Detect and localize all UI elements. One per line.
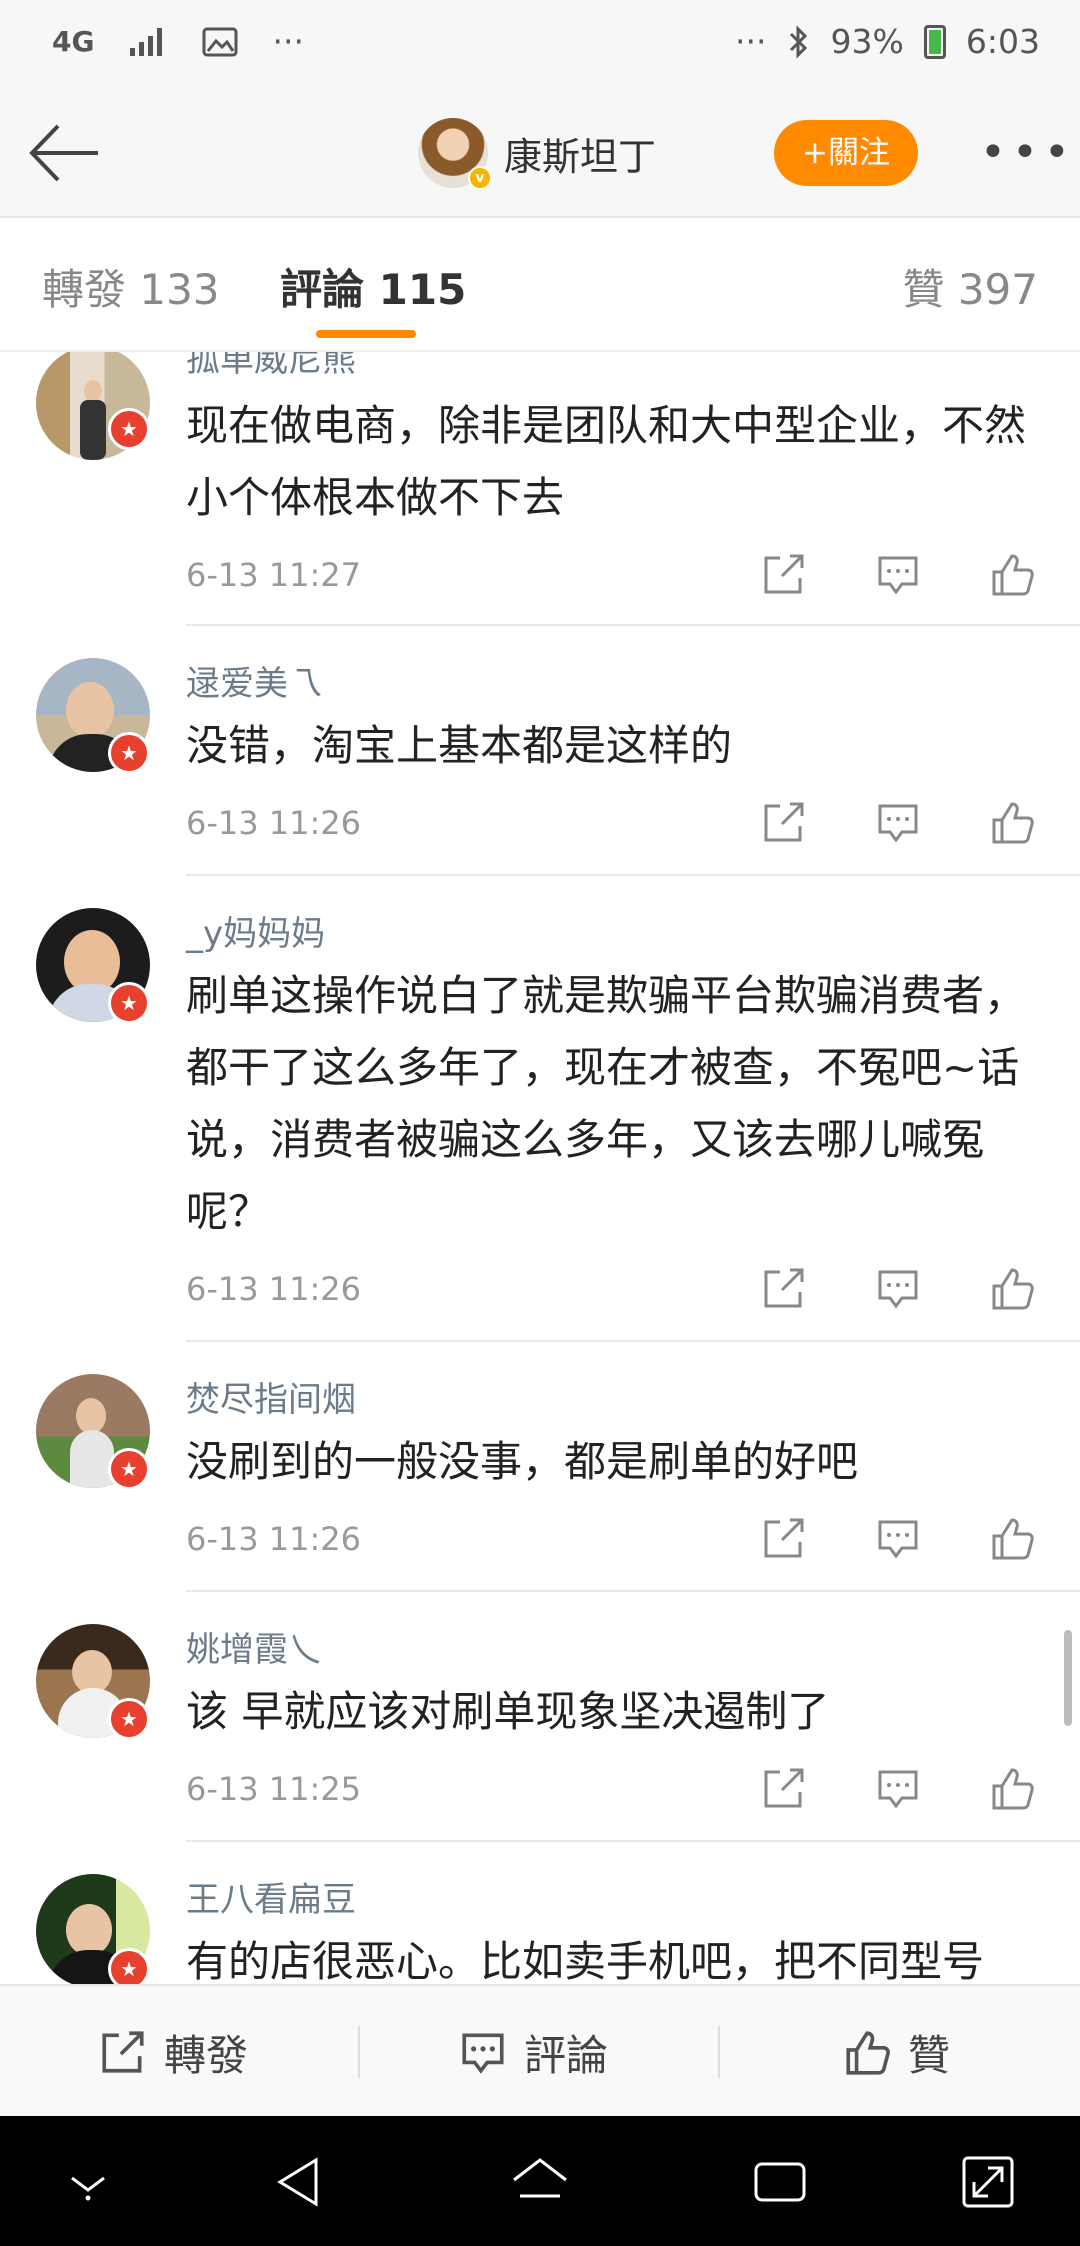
home-icon[interactable]: [510, 2152, 570, 2212]
repost-button[interactable]: 轉發: [98, 1986, 248, 2118]
share-icon[interactable]: [760, 1264, 808, 1312]
battery-icon: [923, 24, 946, 59]
image-icon: [202, 27, 238, 56]
more-menu-icon[interactable]: •••: [980, 131, 1076, 175]
system-nav-bar: [0, 2116, 1080, 2246]
comment-list[interactable]: 孤单威尼熊 现在做电商，除非是团队和大中型企业，不然小个体根本做不下去 6-13…: [0, 352, 1080, 1984]
share-icon[interactable]: [760, 1514, 808, 1562]
reply-icon[interactable]: [874, 1264, 922, 1312]
comment-button[interactable]: 評論: [458, 1986, 608, 2118]
comment-actions: [760, 550, 1036, 598]
comment-label: 評論: [524, 2030, 609, 2080]
user-badge-icon: [108, 982, 150, 1024]
verified-icon: v: [468, 166, 492, 190]
comment-time: 6-13 11:26: [186, 804, 362, 842]
comment-text: 有的店很恶心。比如卖手机吧，把不同型号: [186, 1937, 985, 1984]
user-badge-icon: [108, 1698, 150, 1740]
clock: 6:03: [965, 22, 1040, 61]
expand-icon[interactable]: [958, 2152, 1018, 2212]
like-icon[interactable]: [988, 798, 1036, 846]
bottom-separator: [718, 2026, 720, 2078]
reply-icon[interactable]: [874, 1764, 922, 1812]
tab-comments[interactable]: 評論 115: [280, 256, 466, 317]
header-user[interactable]: v 康斯坦丁: [418, 118, 656, 190]
comment-username[interactable]: 孤单威尼熊: [186, 352, 356, 381]
follow-button[interactable]: +關注: [774, 120, 918, 186]
user-badge-icon: [108, 732, 150, 774]
share-icon[interactable]: [760, 1764, 808, 1812]
comment-username[interactable]: 逯爱美乁: [186, 656, 322, 705]
network-type: 4G: [52, 25, 95, 58]
comment-username[interactable]: 姚增霞乀: [186, 1622, 322, 1671]
like-icon[interactable]: [988, 550, 1036, 598]
recents-icon[interactable]: [750, 2152, 810, 2212]
comment-divider: [186, 1340, 1080, 1342]
bottom-action-bar: 轉發 評論 贊: [0, 1984, 1080, 2116]
comment-actions: [760, 1764, 1036, 1812]
signal-icon: [130, 27, 163, 56]
bottom-separator: [358, 2026, 360, 2078]
bluetooth-icon: [789, 24, 807, 59]
battery-percent: 93%: [830, 22, 904, 61]
share-icon[interactable]: [760, 798, 808, 846]
comment-time: 6-13 11:26: [186, 1520, 362, 1558]
comment-text: 没错，淘宝上基本都是这样的: [186, 721, 733, 770]
comment-time: 6-13 11:26: [186, 1270, 362, 1308]
user-badge-icon: [108, 408, 150, 450]
comment-text: 该 早就应该对刷单现象坚决遏制了: [186, 1687, 830, 1736]
like-icon: [846, 2031, 890, 2075]
comment-actions: [760, 798, 1036, 846]
back-triangle-icon[interactable]: [270, 2152, 330, 2212]
status-bar: 4G ··· ··· 93% 6:03: [0, 0, 1080, 90]
share-icon[interactable]: [760, 550, 808, 598]
status-overflow-left: ···: [272, 22, 304, 61]
comment-actions: [760, 1264, 1036, 1312]
top-nav: v 康斯坦丁 +關注 •••: [0, 90, 1080, 218]
tab-bar: 轉發 133 評論 115 贊 397: [0, 218, 1080, 352]
tab-likes[interactable]: 贊 397: [902, 256, 1038, 317]
comment-actions: [760, 1514, 1036, 1562]
like-icon[interactable]: [988, 1264, 1036, 1312]
header-username[interactable]: 康斯坦丁: [504, 126, 656, 181]
comment-divider: [186, 624, 1080, 626]
like-button[interactable]: 贊: [842, 1986, 950, 2118]
comment-divider: [186, 1590, 1080, 1592]
comment-username[interactable]: _y妈妈妈: [186, 906, 325, 955]
comment-username[interactable]: 焚尽指间烟: [186, 1372, 356, 1421]
active-tab-indicator: [316, 330, 416, 338]
reply-icon[interactable]: [874, 550, 922, 598]
comment-divider: [186, 1840, 1080, 1842]
scrollbar-thumb[interactable]: [1064, 1630, 1072, 1726]
like-icon[interactable]: [988, 1764, 1036, 1812]
comment-text: 现在做电商，除非是团队和大中型企业，不然小个体根本做不下去: [186, 401, 1027, 522]
chevron-down-icon[interactable]: [58, 2152, 118, 2212]
share-icon: [102, 2031, 144, 2073]
back-arrow-icon[interactable]: [26, 120, 102, 186]
repost-label: 轉發: [164, 2030, 249, 2080]
comment-username[interactable]: 王八看扁豆: [186, 1872, 356, 1921]
status-overflow-right: ···: [735, 22, 767, 61]
header-avatar[interactable]: v: [418, 118, 492, 190]
tab-repost[interactable]: 轉發 133: [42, 256, 220, 317]
reply-icon[interactable]: [874, 798, 922, 846]
user-badge-icon: [108, 1448, 150, 1490]
reply-icon[interactable]: [874, 1514, 922, 1562]
comment-text: 没刷到的一般没事，都是刷单的好吧: [186, 1437, 859, 1486]
like-label: 贊: [908, 2030, 951, 2080]
comment-icon: [462, 2033, 504, 2074]
like-icon[interactable]: [988, 1514, 1036, 1562]
comment-text: 刷单这操作说白了就是欺骗平台欺骗消费者，都干了这么多年了，现在才被查，不冤吧~话…: [186, 971, 1027, 1236]
comment-time: 6-13 11:27: [186, 556, 362, 594]
comment-time: 6-13 11:25: [186, 1770, 362, 1808]
comment-divider: [186, 874, 1080, 876]
user-badge-icon: [108, 1948, 150, 1984]
